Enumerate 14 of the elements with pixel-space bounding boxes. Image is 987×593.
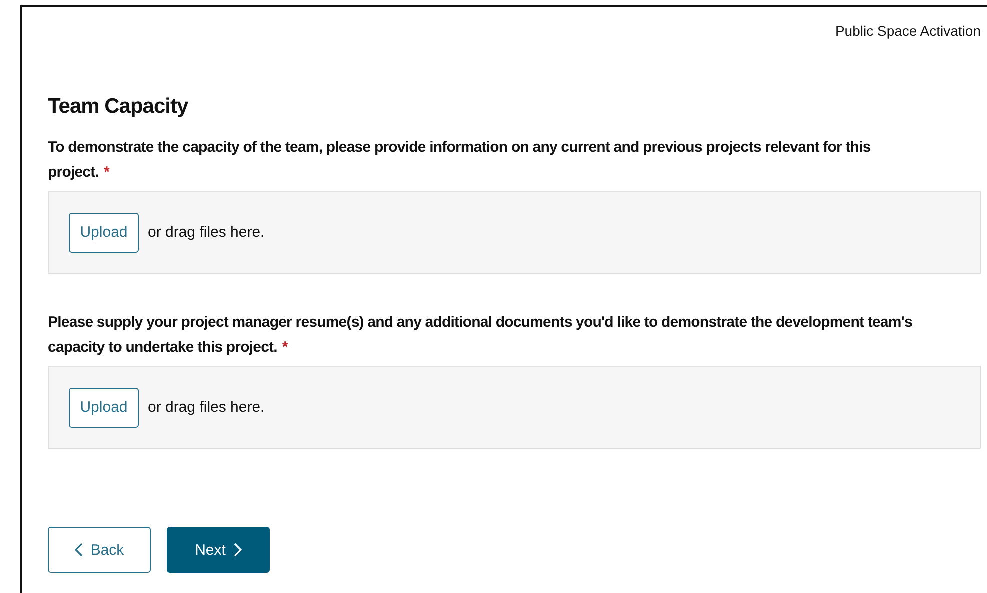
drop-hint: or drag files here.: [148, 224, 265, 241]
question-label: To demonstrate the capacity of the team, please provide information on any current and previous projects relevant for this project. *: [48, 138, 872, 183]
file-drop-zone[interactable]: Upload or drag files here.: [48, 366, 981, 449]
form-title: Public Space Activation: [835, 23, 981, 41]
section-title: Team Capacity: [48, 95, 190, 119]
upload-button[interactable]: Upload: [69, 212, 139, 252]
next-button[interactable]: Next: [167, 527, 270, 573]
back-button[interactable]: Back: [48, 527, 151, 573]
drop-hint: or drag files here.: [148, 399, 265, 416]
chevron-right-icon: [234, 543, 242, 557]
file-drop-zone[interactable]: Upload or drag files here.: [48, 191, 981, 274]
upload-button[interactable]: Upload: [69, 388, 139, 428]
chevron-left-icon: [74, 543, 83, 557]
question-label: Please supply your project manager resume(s) and any additional documents you'd like to demonstrate the development team's capacity to undertake this project. *: [48, 313, 914, 358]
